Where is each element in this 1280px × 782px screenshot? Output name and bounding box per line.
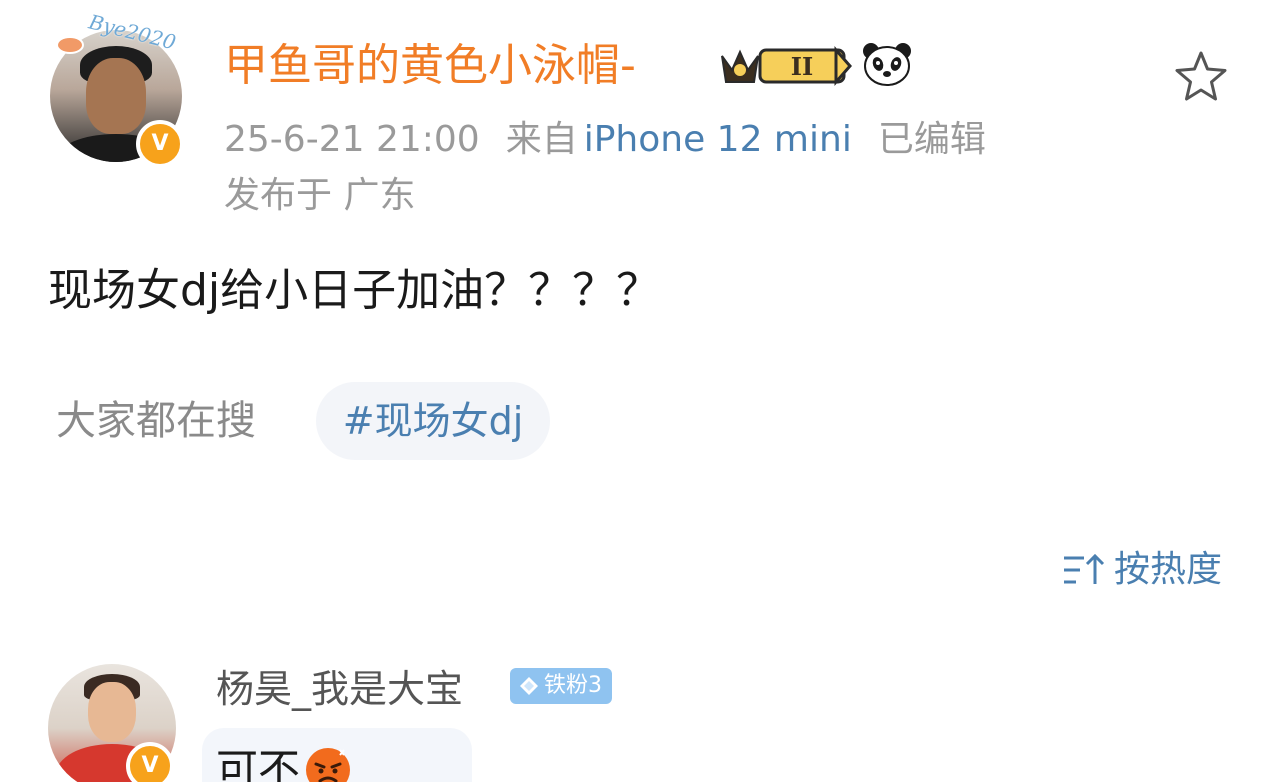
post-meta: 25-6-21 21:00 来自 iPhone 12 mini 已编辑 (224, 116, 986, 164)
verified-badge: V (136, 120, 184, 168)
avatar-face (88, 682, 136, 742)
crown-badge-icon[interactable]: II (716, 42, 852, 90)
crown-level-text: II (791, 52, 813, 81)
star-icon[interactable] (1172, 48, 1230, 106)
edited-label[interactable]: 已编辑 (878, 119, 986, 160)
commenter-verified-badge: V (126, 742, 174, 782)
sort-by-heat-button[interactable]: 按热度 (1062, 544, 1222, 596)
everyone-searching-label: 大家都在搜 (56, 398, 256, 444)
avatar-eye-sticker (56, 36, 84, 54)
comment-text: 可不 (216, 745, 301, 782)
hashtag-link[interactable]: #现场女dj (316, 382, 550, 460)
post-body: 现场女dj给小日子加油？？？？ (48, 265, 661, 316)
sort-label: 按热度 (1114, 549, 1223, 590)
avatar-face (86, 58, 146, 134)
device-link[interactable]: iPhone 12 mini (584, 119, 852, 160)
angry-emoji-icon (306, 748, 351, 782)
diamond-icon (520, 677, 538, 695)
commenter-username[interactable]: 杨昊_我是大宝 (216, 664, 463, 714)
source-prefix: 来自 (505, 119, 578, 160)
post-location: 发布于 广东 (224, 175, 416, 216)
post-timestamp: 25-6-21 21:00 (224, 119, 480, 160)
fan-badge[interactable]: 铁粉3 (510, 668, 612, 704)
fan-badge-label: 铁粉3 (544, 673, 602, 698)
panda-icon (863, 43, 911, 86)
sort-icon (1064, 553, 1105, 584)
author-username[interactable]: 甲鱼哥的黄色小泳帽- (224, 38, 636, 94)
weibo-post-page: Bye2020 V 甲鱼哥的黄色小泳帽- II 25-6-21 21:00 来自 i… (0, 0, 1280, 782)
comment-body: 可不 (216, 742, 352, 782)
